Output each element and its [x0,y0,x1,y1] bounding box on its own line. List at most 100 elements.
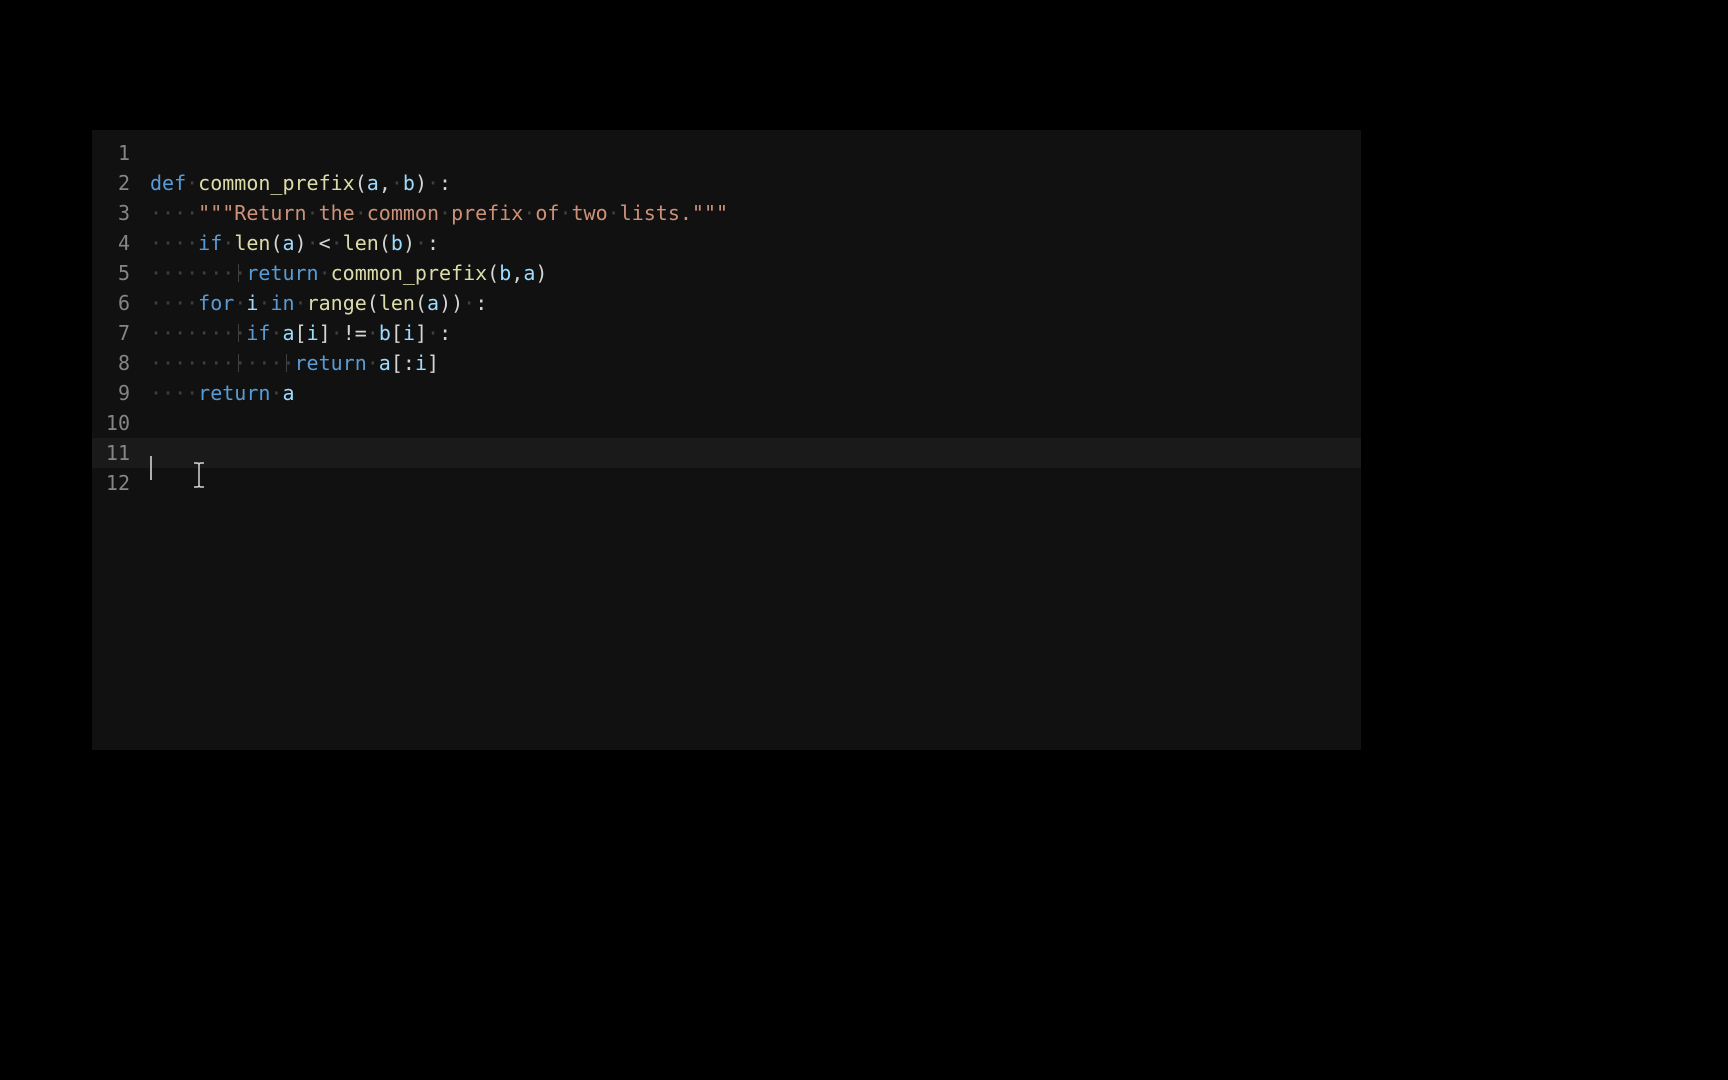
token-var: i [246,291,258,315]
token-punct: , [511,261,523,285]
line-number: 10 [92,411,150,435]
token-punct: ] [319,321,331,345]
indent-guide [238,264,239,282]
token-ws-dot: · [307,231,319,255]
token-var: a [427,291,439,315]
line-content[interactable]: ········if·a[i]·!=·b[i]·: [150,321,1361,345]
code-line[interactable]: 4····if·len(a)·<·len(b)·: [92,228,1361,258]
line-content[interactable]: ····return·a [150,381,1361,405]
token-ws-dot: · [523,201,535,225]
token-punct: ] [415,321,427,345]
line-number: 11 [92,441,150,465]
code-line[interactable]: 7········if·a[i]·!=·b[i]·: [92,318,1361,348]
token-punct: ( [367,291,379,315]
token-punct: ( [379,231,391,255]
token-ws-dot: · [295,291,307,315]
token-punct: [ [391,321,403,345]
line-number: 5 [92,261,150,285]
token-kw: return [198,381,270,405]
token-kw: in [270,291,294,315]
token-punct: [: [391,351,415,375]
line-number: 6 [92,291,150,315]
code-line[interactable]: 11 [92,438,1361,468]
token-punct: )) [439,291,463,315]
token-str: of [535,201,559,225]
indent-guide [238,324,239,342]
token-ws-dot: · [186,171,198,195]
code-line[interactable]: 1 [92,138,1361,168]
line-number: 2 [92,171,150,195]
token-punct: ( [415,291,427,315]
line-content[interactable]: ····for·i·in·range(len(a))·: [150,291,1361,315]
token-ws-dot: · [355,201,367,225]
line-number: 7 [92,321,150,345]
token-fn: common_prefix [198,171,355,195]
token-kw: return [246,261,318,285]
token-var: b [499,261,511,285]
line-content[interactable]: ············return·a[:i] [150,351,1361,375]
line-content[interactable]: def·common_prefix(a,·b)·: [150,171,1361,195]
token-str: lists.""" [620,201,728,225]
token-kw: def [150,171,186,195]
line-number: 3 [92,201,150,225]
token-str: the [319,201,355,225]
token-ws-dot: · [258,291,270,315]
code-line[interactable]: 8············return·a[:i] [92,348,1361,378]
token-kw: for [198,291,234,315]
line-number: 9 [92,381,150,405]
token-var: a [282,321,294,345]
token-var: i [415,351,427,375]
token-ws-dot: · [331,321,343,345]
code-line[interactable]: 9····return·a [92,378,1361,408]
code-line[interactable]: 10 [92,408,1361,438]
token-ws-dot: · [427,171,439,195]
token-ws-dot: · [307,201,319,225]
token-punct: ( [487,261,499,285]
token-ws-dot: ········ [150,321,246,345]
token-punct: : [439,321,451,345]
line-number: 1 [92,141,150,165]
token-builtin: len [234,231,270,255]
token-ws-dot: · [319,261,331,285]
indent-guide [286,354,287,372]
token-ws-dot: ···· [150,291,198,315]
token-ws-dot: ············ [150,351,295,375]
token-str: """Return [198,201,306,225]
token-punct: , [379,171,391,195]
token-ws-dot: · [463,291,475,315]
token-str: common [367,201,439,225]
token-punct: ) [295,231,307,255]
code-line[interactable]: 2def·common_prefix(a,·b)·: [92,168,1361,198]
token-kw: if [246,321,270,345]
line-content[interactable]: ····"""Return·the·common·prefix·of·two·l… [150,201,1361,225]
line-number: 8 [92,351,150,375]
code-line[interactable]: 5········return·common_prefix(b,a) [92,258,1361,288]
token-ws-dot: ···· [150,231,198,255]
token-ws-dot: · [559,201,571,225]
token-punct: ) [415,171,427,195]
token-var: i [403,321,415,345]
token-ws-dot: ···· [150,381,198,405]
line-content[interactable]: ····if·len(a)·<·len(b)·: [150,231,1361,255]
token-var: a [282,231,294,255]
code-line[interactable]: 3····"""Return·the·common·prefix·of·two·… [92,198,1361,228]
token-kw: if [198,231,222,255]
code-line[interactable]: 6····for·i·in·range(len(a))·: [92,288,1361,318]
token-punct: ) [403,231,415,255]
token-ws-dot: · [367,321,379,345]
token-var: a [282,381,294,405]
token-builtin: len [379,291,415,315]
code-editor[interactable]: 12def·common_prefix(a,·b)·:3····"""Retur… [92,130,1361,750]
token-op: < [319,231,331,255]
token-ws-dot: · [234,291,246,315]
token-ws-dot: · [270,321,282,345]
code-line[interactable]: 12 [92,468,1361,498]
token-ws-dot: · [222,231,234,255]
token-punct: [ [295,321,307,345]
token-punct: : [439,171,451,195]
token-var: a [379,351,391,375]
token-punct: ( [270,231,282,255]
token-op: != [343,321,367,345]
line-content[interactable]: ········return·common_prefix(b,a) [150,261,1361,285]
code-area[interactable]: 12def·common_prefix(a,·b)·:3····"""Retur… [92,130,1361,498]
